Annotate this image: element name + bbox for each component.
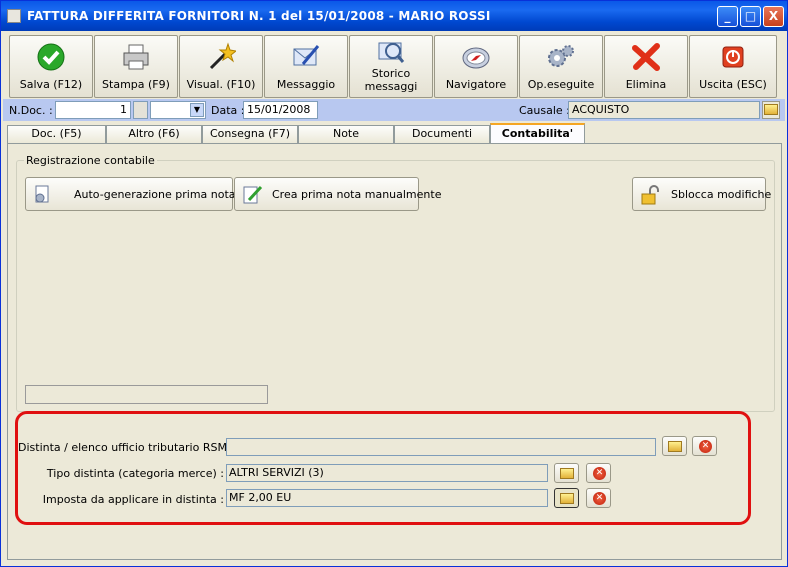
compass-icon [462,47,490,69]
causale-field[interactable]: ACQUISTO [568,101,760,119]
message-history-label-1: Storico [371,67,411,80]
message-history-label-2: messaggi [364,80,418,93]
chevron-down-icon[interactable]: ▼ [190,103,204,117]
causale-label: Causale : [519,104,570,117]
exit-label: Uscita (ESC) [699,78,767,91]
folder-icon [764,104,778,115]
operations-done-button[interactable]: Op.eseguite [519,35,603,98]
window-title: FATTURA DIFFERITA FORNITORI N. 1 del 15/… [27,9,491,23]
message-label: Messaggio [276,78,336,91]
date-label: Data : [211,104,245,117]
minimize-button[interactable]: _ [717,6,738,27]
manual-entry-label: Crea prima nota manualmente [272,188,442,201]
unlock-label: Sblocca modifiche [671,188,772,201]
preview-button[interactable]: Visual. (F10) [179,35,263,98]
app-window: FATTURA DIFFERITA FORNITORI N. 1 del 15/… [0,0,788,567]
operations-done-label: Op.eseguite [527,78,595,91]
printer-icon [123,44,149,70]
delete-button[interactable]: Elimina [604,35,688,98]
message-button[interactable]: Messaggio [264,35,348,98]
document-pencil-icon [243,185,263,204]
print-button[interactable]: Stampa (F9) [94,35,178,98]
auto-generate-button[interactable]: Auto-generazione prima nota [25,177,236,211]
progress-bar [25,385,268,404]
print-label: Stampa (F9) [102,78,170,91]
tab-strip: Doc. (F5) Altro (F6) Consegna (F7) Note … [7,123,782,144]
navigator-button[interactable]: Navigatore [434,35,518,98]
ndoc-suffix-button[interactable] [133,101,148,119]
ndoc-input[interactable]: 1 [55,101,131,119]
save-button[interactable]: Salva (F12) [9,35,93,98]
toolbar: Salva (F12) Stampa (F9) Visual. (F10) Me… [7,35,781,99]
tab-note[interactable]: Note [298,125,394,143]
power-exit-icon [722,46,744,68]
causale-folder-button[interactable] [762,101,780,119]
close-button[interactable]: X [763,6,784,27]
delete-x-icon [632,43,660,71]
exit-button[interactable]: Uscita (ESC) [689,35,777,98]
ndoc-label: N.Doc. : [9,104,53,117]
save-label: Salva (F12) [19,78,83,91]
navigator-label: Navigatore [445,78,507,91]
document-gear-icon [35,185,49,203]
manual-entry-button[interactable]: Crea prima nota manualmente [234,177,441,211]
tab-documenti[interactable]: Documenti [394,125,490,143]
tab-altro[interactable]: Altro (F6) [106,125,202,143]
title-bar[interactable]: FATTURA DIFFERITA FORNITORI N. 1 del 15/… [1,1,787,31]
message-history-button[interactable]: Storico messaggi [349,35,433,98]
unlock-button[interactable]: Sblocca modifiche [632,177,771,211]
registrazione-group-label: Registrazione contabile [24,154,157,167]
maximize-button[interactable]: □ [740,6,761,27]
tab-contabilita[interactable]: Contabilita' [490,123,585,144]
tab-doc[interactable]: Doc. (F5) [7,125,106,143]
message-pen-icon [293,45,320,66]
app-icon [7,9,21,23]
date-input[interactable]: 15/01/2008 [243,101,318,119]
padlock-open-icon [641,185,659,205]
preview-label: Visual. (F10) [186,78,256,91]
red-highlight-outline [15,411,751,525]
magic-wand-icon [209,42,236,70]
message-history-icon [378,42,405,63]
gears-icon [548,45,574,67]
series-select[interactable]: ▼ [150,101,206,119]
save-check-icon [37,43,65,71]
auto-generate-label: Auto-generazione prima nota [74,188,236,201]
tab-consegna[interactable]: Consegna (F7) [202,125,298,143]
document-bar: N.Doc. : 1 ▼ Data : 15/01/2008 Causale :… [3,99,785,121]
delete-label: Elimina [625,78,667,91]
